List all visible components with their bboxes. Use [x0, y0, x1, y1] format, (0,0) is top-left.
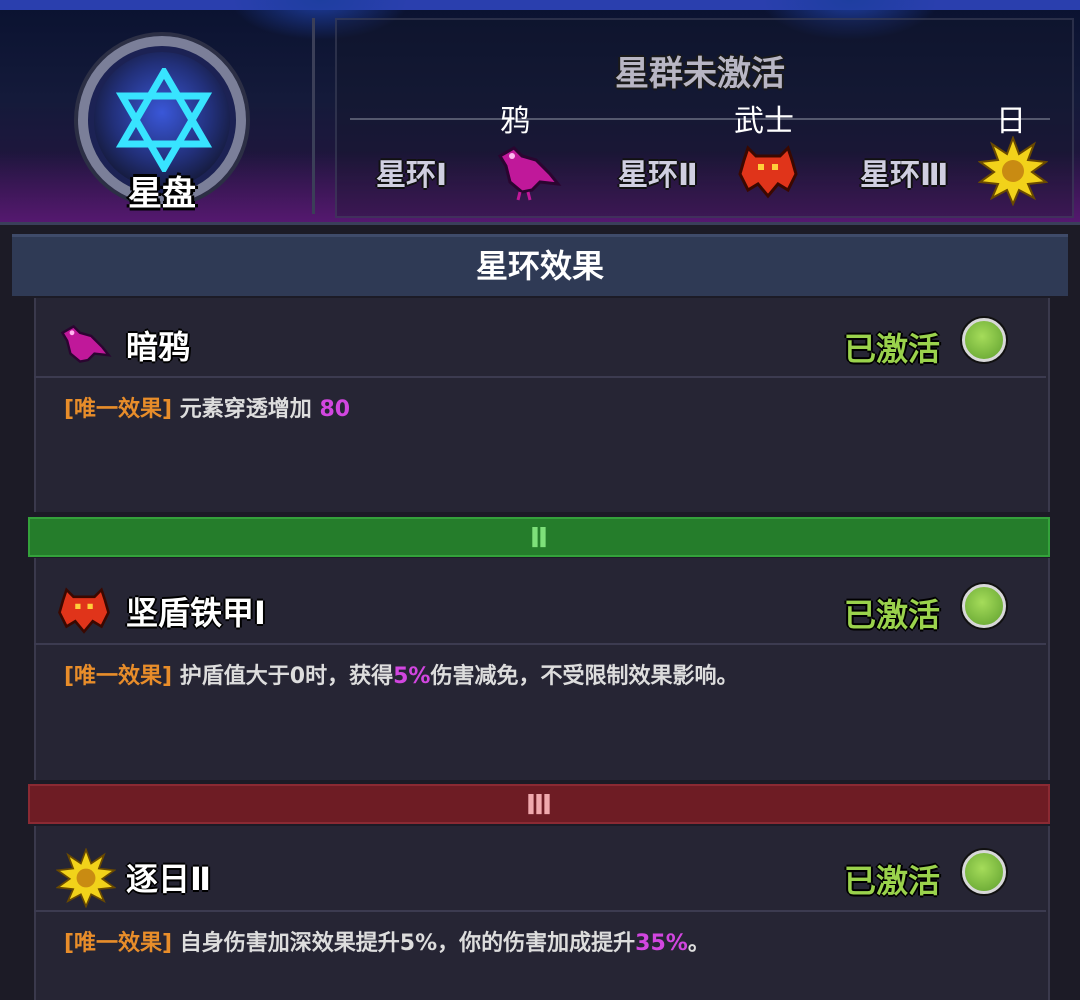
effect-tag: [唯一效果] — [64, 931, 173, 956]
active-indicator-icon — [962, 850, 1006, 894]
effect-row-sun[interactable]: 逐日Ⅱ 已激活 — [34, 838, 1046, 914]
hexagram-icon — [115, 68, 213, 172]
active-indicator-icon — [962, 584, 1006, 628]
tier-3-bar: Ⅲ — [28, 784, 1050, 824]
star-disc-label: 星盘 — [128, 174, 196, 214]
effect-tag: [唯一效果] — [64, 664, 173, 689]
effect-description: [唯一效果] 自身伤害加深效果提升5%，你的伤害加成提升35%。 — [64, 925, 710, 957]
sun-icon[interactable] — [978, 136, 1048, 206]
effect-row-crow[interactable]: 暗鸦 已激活 — [34, 306, 1046, 382]
active-indicator-icon — [962, 318, 1006, 362]
warrior-icon — [58, 587, 110, 634]
ring-effects-title: 星环效果 — [12, 234, 1068, 296]
effect-name: 暗鸦 — [126, 328, 191, 366]
slot-name-sun: 日 — [996, 104, 1026, 139]
effect-status: 已激活 — [843, 862, 940, 900]
starchart-header: 星盘 星群未激活 鸦 星环Ⅰ 武士 星环Ⅱ 日 星环Ⅲ — [0, 0, 1080, 225]
ring-label-2: 星环Ⅱ — [618, 158, 698, 193]
crow-icon[interactable] — [492, 138, 562, 202]
desc-highlight: 80 — [319, 397, 351, 422]
desc-text: 自身伤害加深效果提升5%，你的伤害加成提升 — [179, 931, 636, 956]
desc-highlight: 5% — [393, 664, 431, 689]
effect-status: 已激活 — [843, 330, 940, 368]
tier-2-bar: Ⅱ — [28, 517, 1050, 557]
sun-icon — [56, 848, 116, 908]
row-separator — [34, 910, 1046, 912]
effect-tag: [唯一效果] — [64, 397, 173, 422]
row-separator — [34, 376, 1046, 378]
slot-name-warrior: 武士 — [734, 104, 794, 139]
header-divider — [312, 18, 315, 214]
cluster-title-underline — [350, 118, 1050, 120]
effect-description: [唯一效果] 元素穿透增加 80 — [64, 391, 350, 423]
effect-name: 坚盾铁甲Ⅰ — [126, 594, 266, 632]
effect-name: 逐日Ⅱ — [126, 860, 212, 898]
ring-label-1: 星环Ⅰ — [376, 158, 448, 193]
crow-icon — [60, 324, 112, 363]
warrior-icon[interactable] — [736, 140, 800, 200]
row-separator — [34, 643, 1046, 645]
ring-label-3: 星环Ⅲ — [860, 158, 949, 193]
desc-text-after: 伤害减免，不受限制效果影响。 — [430, 664, 739, 689]
desc-text-after: 。 — [687, 931, 710, 956]
effect-description: [唯一效果] 护盾值大于0时，获得5%伤害减免，不受限制效果影响。 — [64, 658, 738, 690]
cluster-status: 星群未激活 — [615, 54, 785, 94]
slot-name-crow: 鸦 — [500, 104, 530, 139]
desc-text: 护盾值大于0时，获得 — [179, 664, 394, 689]
effect-status: 已激活 — [843, 596, 940, 634]
desc-highlight: 35% — [635, 931, 688, 956]
effect-row-warrior[interactable]: 坚盾铁甲Ⅰ 已激活 — [34, 572, 1046, 648]
desc-text: 元素穿透增加 — [179, 397, 312, 422]
